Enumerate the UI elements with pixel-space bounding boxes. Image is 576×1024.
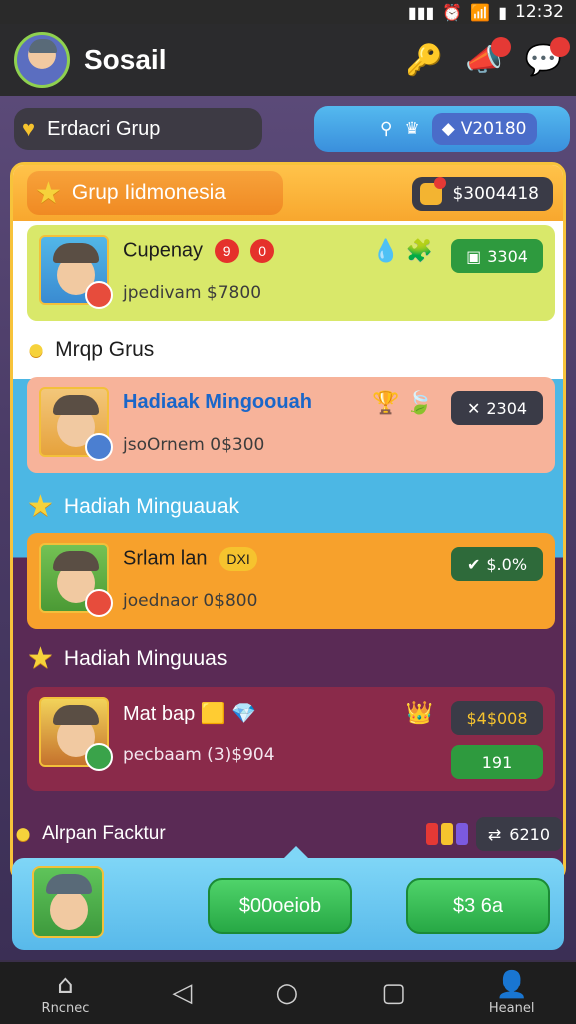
group-header: ★ Grup Iidmonesia $3004418 xyxy=(13,165,563,221)
home-circle-icon: ○ xyxy=(275,978,299,1008)
member-value[interactable]: ✔ $.0% xyxy=(451,547,543,581)
member-value-2[interactable]: 191 xyxy=(451,745,543,779)
link-icon: ⚲ xyxy=(380,119,393,139)
group-title: Grup Iidmonesia xyxy=(71,181,226,204)
app-actions: 🔑 📣 💬 xyxy=(406,36,570,78)
main-content: ♥ Erdacri Grup ⚲ ♛ ◆ V20180 ★ Grup Iidmo… xyxy=(0,96,576,960)
footer-primary-button[interactable]: $00oeiob xyxy=(208,878,352,934)
member-name: Srlam lan DXI xyxy=(123,547,258,571)
status-time: 12:32 xyxy=(515,2,564,22)
chat-icon[interactable]: 💬 xyxy=(525,36,570,78)
trophy-icon: 🏆 xyxy=(372,391,400,416)
notification-badge xyxy=(490,36,511,57)
rank-badge-icon xyxy=(85,281,113,309)
member-card[interactable]: Mat bap 🟨 💎 pecbaam (3)$904 👑 $4$008 191 xyxy=(27,687,555,791)
group-amount: $3004418 xyxy=(452,184,539,204)
heart-icon: ♥ xyxy=(22,116,36,141)
alarm-icon: ⏰ xyxy=(442,2,463,22)
signal-icon: ▮▮▮ xyxy=(407,2,435,22)
nav-profile[interactable]: 👤 Heanel xyxy=(489,971,535,1016)
crown-icon: ♛ xyxy=(404,119,420,139)
cube-icon xyxy=(425,823,468,845)
currency-value: V20180 xyxy=(460,119,527,139)
section-label: ● Alrpan Facktur xyxy=(14,817,166,850)
notification-icon[interactable]: 📣 xyxy=(465,36,511,78)
gold-icon: 🟨 xyxy=(200,703,226,725)
member-name: Cupenay 9 0 xyxy=(123,239,275,263)
star-icon: ★ xyxy=(35,176,62,210)
cash-icon: ▣ xyxy=(466,246,482,266)
card-icons: 👑 xyxy=(406,701,433,726)
currency-box[interactable]: ⇄ 6210 xyxy=(475,817,562,851)
member-sub: jpedivam $7800 xyxy=(123,283,262,303)
tools-icon: ✕ xyxy=(466,398,481,418)
group-filter-button[interactable]: ♥ Erdacri Grup xyxy=(14,108,262,150)
rank-badge-icon xyxy=(85,433,113,461)
section-label: ★ Hadiah Minguauak xyxy=(27,490,240,523)
gift-icon xyxy=(420,177,447,205)
filter-row: ♥ Erdacri Grup ⚲ ♛ ◆ V20180 xyxy=(14,106,570,152)
badge-9: 9 xyxy=(214,239,239,263)
member-sub: pecbaam (3)$904 xyxy=(123,745,275,765)
group-amount-pill[interactable]: $3004418 xyxy=(412,177,553,211)
member-sub: jsoOrnem 0$300 xyxy=(123,435,265,455)
member-value[interactable]: ▣ 3304 xyxy=(451,239,543,273)
currency-pill[interactable]: ⚲ ♛ ◆ V20180 xyxy=(314,106,570,152)
key-icon[interactable]: 🔑 xyxy=(406,43,443,78)
rank-badge-icon xyxy=(85,589,113,617)
member-card[interactable]: Srlam lan DXI joednaor 0$800 ✔ $.0% xyxy=(27,533,555,629)
person-icon: 👤 xyxy=(495,969,528,1000)
badge-0: 0 xyxy=(250,239,275,263)
profile-avatar[interactable] xyxy=(14,32,70,88)
member-value[interactable]: $4$008 xyxy=(451,701,543,735)
coin-icon: ● xyxy=(14,817,33,850)
coin-icon: ● xyxy=(27,333,46,366)
member-card[interactable]: Hadiaak Mingoouah jsoOrnem 0$300 🏆 🍃 ✕ 2… xyxy=(27,377,555,473)
gem-icon: ◆ xyxy=(441,119,455,139)
recent-icon: ▢ xyxy=(381,978,406,1008)
group-panel: ★ Grup Iidmonesia $3004418 Cupenay 9 0 j… xyxy=(10,162,566,882)
member-card[interactable]: Cupenay 9 0 jpedivam $7800 💧 🧩 ▣ 3304 xyxy=(27,225,555,321)
back-icon: ◁ xyxy=(172,978,193,1008)
cash-icon: ⇄ xyxy=(487,824,502,844)
home-icon: ⌂ xyxy=(57,969,74,1000)
currency-value-box: ◆ V20180 xyxy=(431,113,537,145)
app-title: Sosail xyxy=(84,44,167,75)
chat-badge xyxy=(550,36,570,57)
star-icon: ★ xyxy=(27,642,54,675)
nav-recent[interactable]: ▢ xyxy=(381,979,406,1007)
section-label: ★ Hadiah Minguuas xyxy=(27,642,228,675)
member-name: Hadiaak Mingoouah xyxy=(123,391,312,413)
member-name: Mat bap 🟨 💎 xyxy=(123,703,257,725)
gem-icon: 💎 xyxy=(231,703,257,725)
check-icon: ✔ xyxy=(466,554,481,574)
wifi-icon: 📶 xyxy=(470,2,491,22)
water-icon: 💧 xyxy=(372,239,400,264)
nav-home[interactable]: ⌂ Rncnec xyxy=(42,971,90,1016)
rank-badge-icon xyxy=(85,743,113,771)
member-sub: joednaor 0$800 xyxy=(123,591,258,611)
member-value[interactable]: ✕ 2304 xyxy=(451,391,543,425)
bottom-nav: ⌂ Rncnec ◁ ○ ▢ 👤 Heanel xyxy=(0,962,576,1024)
status-bar: ▮▮▮ ⏰ 📶 ▮ 12:32 xyxy=(0,0,576,24)
bottom-currency: ⇄ 6210 xyxy=(425,817,562,851)
puzzle-icon: 🧩 xyxy=(405,239,433,264)
leaf-icon: 🍃 xyxy=(405,391,433,416)
card-icons: 💧 🧩 xyxy=(372,239,433,264)
group-filter-label: Erdacri Grup xyxy=(47,117,161,140)
footer-secondary-button[interactable]: $3 6a xyxy=(406,878,550,934)
nav-back[interactable]: ◁ xyxy=(172,979,192,1007)
card-icons: 🏆 🍃 xyxy=(372,391,433,416)
footer-avatar xyxy=(32,866,104,938)
battery-icon: ▮ xyxy=(498,2,507,22)
footer-card: $00oeiob $3 6a xyxy=(12,846,564,950)
name-badge: DXI xyxy=(219,547,258,571)
nav-center[interactable]: ○ xyxy=(275,979,298,1007)
group-title-badge: ★ Grup Iidmonesia xyxy=(27,171,283,215)
section-label: ● Mrqp Grus xyxy=(27,333,155,366)
crown-icon: 👑 xyxy=(405,701,433,726)
app-bar: Sosail 🔑 📣 💬 xyxy=(0,24,576,96)
star-icon: ★ xyxy=(27,490,54,523)
